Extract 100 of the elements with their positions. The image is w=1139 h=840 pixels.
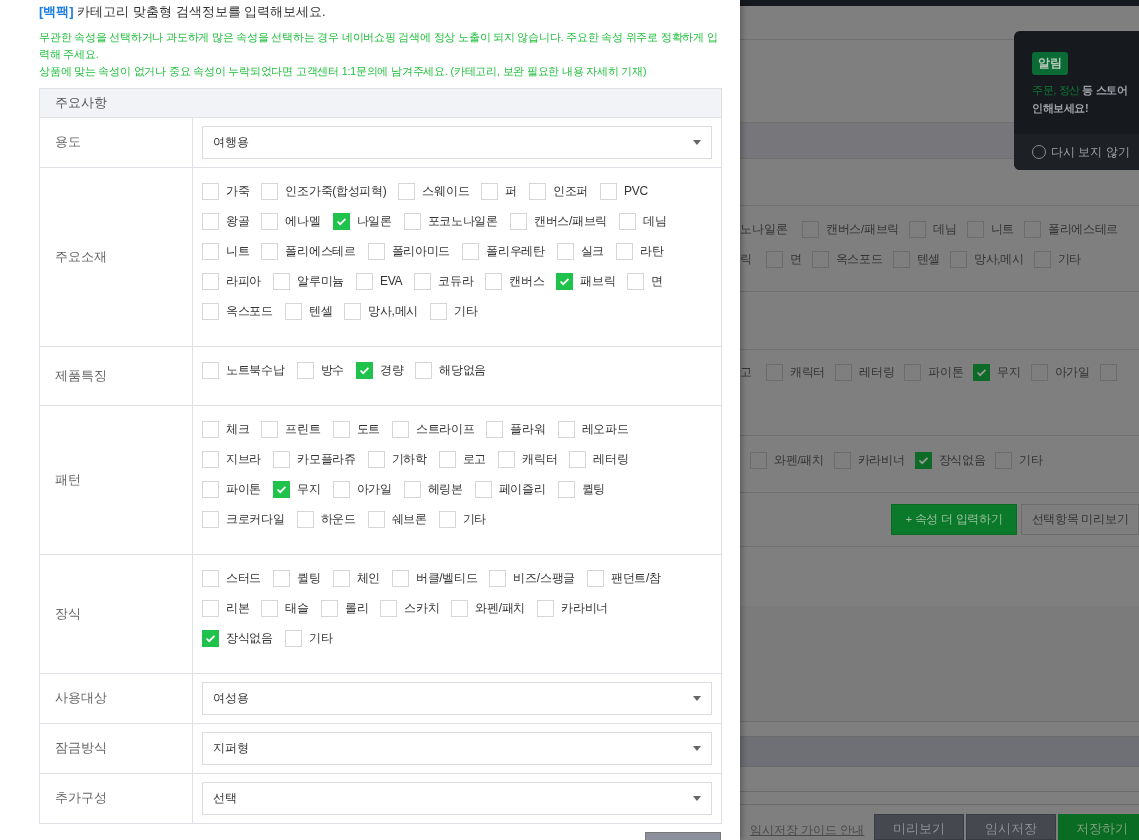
row-label: 주요소재 bbox=[55, 248, 107, 266]
option-label: PVC bbox=[624, 184, 648, 198]
notice-badge: 알림 bbox=[1032, 52, 1068, 75]
option-label: 퀼팅 bbox=[581, 480, 605, 498]
option-label: 면 bbox=[651, 272, 664, 290]
option-label: 태슬 bbox=[285, 599, 309, 617]
option-label: 노트북수납 bbox=[226, 361, 285, 379]
option-label: 와펜/패치 bbox=[475, 599, 526, 617]
option-label: 카라비너 bbox=[561, 599, 608, 617]
option-label: 옥스포드 bbox=[835, 251, 883, 267]
option-label: 실크 bbox=[580, 242, 605, 260]
option-label: 폴리우레탄 bbox=[486, 242, 545, 260]
option-label: 폴리아미드 bbox=[391, 242, 451, 260]
row-label: 장식 bbox=[55, 605, 81, 623]
option-label: EVA bbox=[379, 274, 403, 288]
action-button[interactable]: + 속성 더 입력하기 bbox=[891, 504, 1017, 535]
row-label: 추가구성 bbox=[55, 790, 107, 807]
option-label: 기하학 bbox=[391, 450, 427, 468]
select-field[interactable]: 선택 bbox=[202, 782, 712, 815]
option-label: 와펜/패치 bbox=[774, 452, 824, 468]
option-label: 장식없음 bbox=[938, 452, 986, 468]
option-label: 파이톤 bbox=[928, 364, 964, 380]
option-label: 카라비너 bbox=[857, 452, 905, 468]
option-label: 체인 bbox=[356, 569, 380, 587]
option-label: 데님 bbox=[643, 212, 667, 230]
option-label: 코듀라 bbox=[438, 272, 474, 290]
option-label: 플라워 bbox=[510, 420, 546, 438]
option-label: 체크 bbox=[226, 420, 250, 438]
option-label: 기타 bbox=[454, 302, 478, 320]
option-label: 캔버스/패브릭 bbox=[533, 212, 608, 230]
option-label: 아가일 bbox=[1054, 364, 1090, 380]
option-label: 캐릭터 bbox=[522, 450, 558, 468]
option-label: 스웨이드 bbox=[422, 182, 470, 200]
option-label: 니트 bbox=[990, 221, 1014, 237]
row-label: 사용대상 bbox=[55, 690, 107, 707]
option-label: 프린트 bbox=[285, 420, 321, 438]
option-label: 헤링본 bbox=[427, 480, 463, 498]
option-label: 노나일론 bbox=[740, 221, 788, 237]
option-label: 레터링 bbox=[859, 364, 895, 380]
option-label: 기타 bbox=[462, 510, 487, 528]
select-field[interactable]: 여행용 bbox=[202, 126, 712, 159]
option-label: 무지 bbox=[297, 480, 321, 498]
option-label: 알루미늄 bbox=[297, 272, 344, 290]
option-label: 기타 bbox=[308, 629, 333, 647]
option-label: 폴리에스테르 bbox=[285, 242, 356, 260]
option-label: 캐릭터 bbox=[790, 364, 826, 380]
select-field[interactable]: 여성용 bbox=[202, 682, 712, 715]
option-label: 지브라 bbox=[226, 450, 262, 468]
option-label: 도트 bbox=[356, 420, 380, 438]
row-label: 용도 bbox=[55, 134, 81, 151]
option-label: 비즈/스팽글 bbox=[513, 569, 575, 587]
option-label: 무지 bbox=[997, 364, 1021, 380]
option-label: 파이톤 bbox=[226, 480, 262, 498]
option-label: 스카치 bbox=[404, 599, 440, 617]
option-label: 크로커다일 bbox=[226, 510, 285, 528]
select-field[interactable]: 지퍼형 bbox=[202, 732, 712, 765]
option-label: 경량 bbox=[379, 361, 404, 379]
dismiss-label: 다시 보지 않기 bbox=[1051, 143, 1130, 161]
option-label: 옥스포드 bbox=[226, 302, 273, 320]
option-label: 레오파드 bbox=[581, 420, 629, 438]
footer-button[interactable]: 임시저장 bbox=[966, 814, 1056, 840]
option-label: 데님 bbox=[933, 221, 957, 237]
action-button[interactable]: 선택항목 미리보기 bbox=[1021, 504, 1139, 535]
option-label: 쉐브론 bbox=[391, 510, 427, 528]
option-label: 릭 bbox=[740, 251, 752, 267]
row-label: 제품특징 bbox=[55, 367, 107, 385]
option-label: 왕골 bbox=[226, 212, 250, 230]
section-header: 주요사항 bbox=[55, 94, 107, 112]
option-label: 나일론 bbox=[356, 212, 392, 230]
footer-button[interactable]: 미리보기 bbox=[874, 814, 964, 840]
option-label: 라피아 bbox=[226, 272, 262, 290]
option-label: 퍼 bbox=[505, 182, 517, 200]
notice-text: 상품에 맞는 속성이 없거나 중요 속성이 누락되었다면 고객센터 1:1문의에 남겨주세요. (카테고리, 보완 필요한 내용 자세히 기재) bbox=[39, 64, 648, 79]
option-label: 캔버스/패브릭 bbox=[826, 221, 900, 237]
option-label: 롤리 bbox=[344, 599, 369, 617]
option-label: 폴리에스테르 bbox=[1047, 221, 1119, 237]
row-label: 잠금방식 bbox=[55, 740, 107, 757]
option-label: 망사,메시 bbox=[368, 302, 419, 320]
option-label: 텐셀 bbox=[308, 302, 333, 320]
option-label: 아가일 bbox=[356, 480, 392, 498]
option-label: 방수 bbox=[320, 361, 344, 379]
footer-button[interactable]: 저장하기 bbox=[1058, 814, 1139, 840]
option-label: 인조퍼 bbox=[552, 182, 589, 200]
modal-heading: [백팩] 카테고리 맞춤형 검색정보를 입력해보세요. bbox=[39, 3, 327, 21]
option-label: 니트 bbox=[226, 242, 250, 260]
option-label: 페이즐리 bbox=[498, 480, 546, 498]
option-label: 기타 bbox=[1057, 251, 1082, 267]
option-label: 에나멜 bbox=[285, 212, 321, 230]
option-label: 팬던트/참 bbox=[611, 569, 661, 587]
option-label: 라탄 bbox=[640, 242, 664, 260]
option-label: 로고 bbox=[462, 450, 487, 468]
option-label: 인조가죽(합성피혁) bbox=[285, 182, 387, 200]
option-label: 하운드 bbox=[320, 510, 356, 528]
option-label: 스터드 bbox=[226, 569, 262, 587]
option-label: 면 bbox=[790, 251, 802, 267]
option-label: 퀼팅 bbox=[297, 569, 321, 587]
toast-message: 주문, 정산 등 스토어 인해보세요! bbox=[1032, 83, 1129, 116]
option-label: 포코노나일론 bbox=[427, 212, 498, 230]
option-label: 해당없음 bbox=[439, 361, 487, 379]
option-label: 가죽 bbox=[226, 182, 250, 200]
